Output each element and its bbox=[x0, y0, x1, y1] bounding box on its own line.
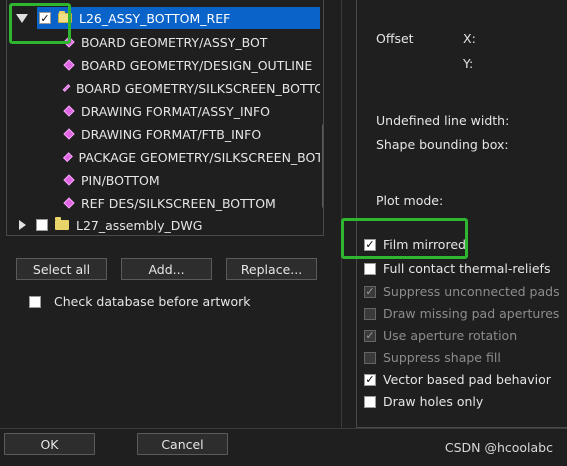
tree-item-label: PIN/BOTTOM bbox=[81, 172, 160, 188]
layer-diamond-icon bbox=[63, 128, 75, 140]
layer-diamond-icon bbox=[63, 59, 75, 71]
full-contact-thermal-reliefs-checkbox[interactable] bbox=[364, 262, 376, 275]
tree-item-label: REF DES/SILKSCREEN_BOTTOM bbox=[81, 195, 276, 211]
vector-based-pad-behavior-option[interactable]: ✓ Vector based pad behavior bbox=[364, 372, 551, 387]
undefined-line-width-label: Undefined line width: bbox=[376, 113, 510, 128]
use-aperture-rotation-label: Use aperture rotation bbox=[383, 328, 518, 343]
watermark: CSDN @hcoolabc bbox=[444, 440, 553, 455]
add-button[interactable]: Add... bbox=[121, 258, 212, 280]
check-database-option[interactable]: Check database before artwork bbox=[29, 294, 251, 309]
replace-button[interactable]: Replace... bbox=[226, 258, 317, 280]
draw-holes-only-label: Draw holes only bbox=[383, 394, 484, 409]
tree-item-l27[interactable]: L27_assembly_DWG bbox=[7, 214, 323, 235]
tree-item-layer[interactable]: BOARD GEOMETRY/SILKSCREEN_BOTTC bbox=[7, 77, 323, 99]
tree-item-label: PACKAGE GEOMETRY/SILKSCREEN_BOT bbox=[78, 149, 324, 165]
draw-holes-only-checkbox[interactable] bbox=[364, 395, 376, 408]
plot-mode-label: Plot mode: bbox=[376, 193, 444, 208]
expand-right-icon[interactable] bbox=[19, 220, 26, 230]
artwork-options-panel: Offset X: Y: Undefined line width: Shape… bbox=[356, 0, 567, 428]
bottom-divider bbox=[0, 428, 567, 429]
layer-diamond-icon bbox=[63, 197, 75, 209]
vector-based-pad-behavior-checkbox[interactable]: ✓ bbox=[364, 373, 376, 386]
tree-item-l27-checkbox[interactable] bbox=[36, 219, 48, 231]
check-database-label: Check database before artwork bbox=[54, 294, 251, 309]
draw-holes-only-option[interactable]: Draw holes only bbox=[364, 394, 483, 409]
folder-icon bbox=[55, 217, 69, 230]
layer-diamond-icon bbox=[63, 105, 75, 117]
ok-button[interactable]: OK bbox=[4, 433, 95, 455]
use-aperture-rotation-checkbox: ✓ bbox=[364, 329, 376, 342]
highlight-box bbox=[341, 218, 468, 259]
suppress-shape-fill-label: Suppress shape fill bbox=[383, 350, 501, 365]
offset-label: Offset bbox=[376, 31, 414, 46]
tree-item-label: DRAWING FORMAT/ASSY_INFO bbox=[81, 103, 271, 119]
suppress-unconnected-pads-option: ✓ Suppress unconnected pads bbox=[364, 284, 560, 299]
suppress-unconnected-pads-label: Suppress unconnected pads bbox=[383, 284, 560, 299]
shape-bounding-box-label: Shape bounding box: bbox=[376, 137, 509, 152]
check-database-checkbox[interactable] bbox=[29, 295, 41, 308]
draw-missing-pad-apertures-checkbox bbox=[364, 307, 376, 320]
suppress-unconnected-pads-checkbox: ✓ bbox=[364, 285, 376, 298]
tree-item-label: DRAWING FORMAT/FTB_INFO bbox=[81, 126, 262, 142]
suppress-shape-fill-option: Suppress shape fill bbox=[364, 350, 501, 365]
suppress-shape-fill-checkbox bbox=[364, 351, 376, 364]
offset-x-label: X: bbox=[463, 31, 476, 46]
use-aperture-rotation-option: ✓ Use aperture rotation bbox=[364, 328, 517, 343]
tree-item-layer[interactable]: PIN/BOTTOM bbox=[7, 169, 323, 191]
tree-item-label: BOARD GEOMETRY/SILKSCREEN_BOTTC bbox=[75, 80, 323, 96]
tree-item-layer[interactable]: DRAWING FORMAT/FTB_INFO bbox=[7, 123, 323, 145]
cancel-button[interactable]: Cancel bbox=[137, 433, 228, 455]
full-contact-thermal-reliefs-option[interactable]: Full contact thermal-reliefs bbox=[364, 261, 550, 276]
draw-missing-pad-apertures-option: Draw missing pad apertures bbox=[364, 306, 559, 321]
tree-item-label: L26_ASSY_BOTTOM_REF bbox=[79, 10, 231, 26]
tree-item-label: L27_assembly_DWG bbox=[76, 217, 203, 233]
layer-diamond-icon bbox=[62, 84, 71, 92]
tree-vertical-scrollbar[interactable] bbox=[320, 0, 323, 212]
layer-diamond-icon bbox=[62, 152, 73, 162]
offset-y-label: Y: bbox=[463, 56, 474, 71]
tree-item-layer[interactable]: BOARD GEOMETRY/DESIGN_OUTLINE bbox=[7, 54, 323, 76]
panel-separator bbox=[341, 0, 342, 428]
select-all-button[interactable]: Select all bbox=[16, 258, 107, 280]
tree-item-layer[interactable]: DRAWING FORMAT/ASSY_INFO bbox=[7, 100, 323, 122]
scrollbar-thumb[interactable] bbox=[322, 123, 323, 209]
tree-item-label: BOARD GEOMETRY/DESIGN_OUTLINE bbox=[81, 57, 313, 73]
layer-diamond-icon bbox=[63, 174, 75, 186]
vector-based-pad-behavior-label: Vector based pad behavior bbox=[383, 372, 551, 387]
tree-item-layer[interactable]: REF DES/SILKSCREEN_BOTTOM bbox=[7, 192, 323, 214]
full-contact-thermal-reliefs-label: Full contact thermal-reliefs bbox=[383, 261, 551, 276]
draw-missing-pad-apertures-label: Draw missing pad apertures bbox=[383, 306, 560, 321]
tree-item-layer[interactable]: PACKAGE GEOMETRY/SILKSCREEN_BOT bbox=[7, 146, 323, 168]
highlight-box bbox=[9, 3, 71, 44]
tree-item-label: BOARD GEOMETRY/ASSY_BOT bbox=[81, 34, 268, 50]
